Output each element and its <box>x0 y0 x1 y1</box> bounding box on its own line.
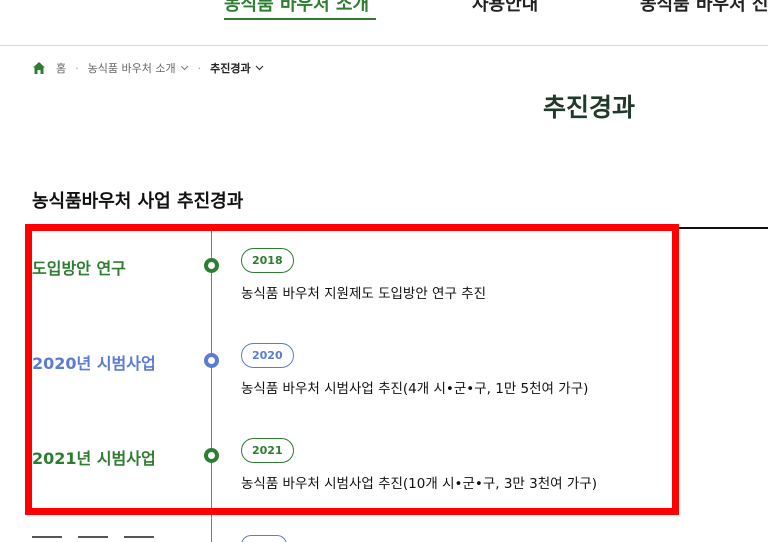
breadcrumb-level1-label: 농식품 바우처 소개 <box>87 62 176 75</box>
breadcrumb-separator: · <box>75 61 79 75</box>
chevron-down-icon <box>180 65 189 71</box>
breadcrumb-level2[interactable]: 추진경과 <box>210 60 263 76</box>
nav-active-underline <box>224 18 376 20</box>
timeline-description: 농식품 바우처 시범사업 추진(10개 시•군•구, 3만 3천여 가구) <box>241 476 597 492</box>
breadcrumb: 홈 · 농식품 바우처 소개 · 추진경과 <box>32 59 264 77</box>
section-title: 농식품바우처 사업 추진경과 <box>32 191 244 212</box>
breadcrumb-separator: · <box>197 61 202 75</box>
timeline-heading: 2021년 시범사업 <box>32 449 156 468</box>
chevron-down-icon <box>255 65 263 71</box>
year-badge: 2020 <box>241 343 294 368</box>
breadcrumb-home[interactable]: 홈 <box>56 60 66 76</box>
timeline-heading-partial <box>32 536 172 542</box>
nav-item-usage[interactable]: 사용안내 <box>472 0 538 16</box>
page-title: 추진경과 <box>543 93 636 122</box>
timeline-heading: 2020년 시범사업 <box>32 354 156 373</box>
nav-item-intro[interactable]: 농식품 바우처 소개 <box>224 0 369 16</box>
timeline-dot <box>204 448 219 463</box>
breadcrumb-level2-label: 추진경과 <box>210 62 251 75</box>
year-badge-partial <box>241 535 287 542</box>
timeline-description: 농식품 바우처 지원제도 도입방안 연구 추진 <box>241 286 487 302</box>
year-badge: 2021 <box>241 438 294 463</box>
timeline-dot <box>204 258 219 273</box>
top-nav: 농식품 바우처 소개 사용안내 농식품 바우처 신 <box>0 0 768 46</box>
breadcrumb-level1[interactable]: 농식품 바우처 소개 <box>88 60 189 76</box>
timeline-heading: 도입방안 연구 <box>32 259 126 278</box>
timeline-description: 농식품 바우처 시범사업 추진(4개 시•군•구, 1만 5천여 가구) <box>241 381 589 397</box>
section-divider <box>678 227 768 229</box>
timeline-item: 도입방안 연구 2018 농식품 바우처 지원제도 도입방안 연구 추진 <box>0 248 768 315</box>
year-badge: 2018 <box>241 248 294 273</box>
home-icon[interactable] <box>32 61 46 75</box>
timeline-item: 2021년 시범사업 2021 농식품 바우처 시범사업 추진(10개 시•군•… <box>0 438 768 505</box>
timeline-item: 2020년 시범사업 2020 농식품 바우처 시범사업 추진(4개 시•군•구… <box>0 343 768 410</box>
nav-item-apply[interactable]: 농식품 바우처 신 <box>640 0 768 16</box>
timeline-dot <box>204 353 219 368</box>
